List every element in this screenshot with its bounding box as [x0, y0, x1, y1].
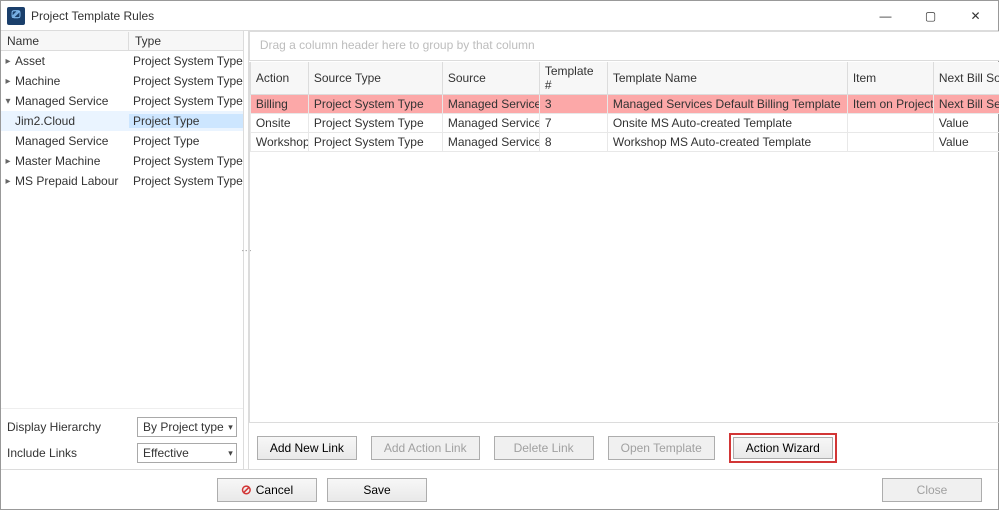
titlebar: ⎚ Project Template Rules — ▢ ✕ — [1, 1, 998, 31]
grid-header-source-type[interactable]: Source Type — [308, 62, 442, 95]
cell-item — [847, 133, 933, 152]
app-icon: ⎚ — [7, 7, 25, 25]
cell-tname: Workshop MS Auto-created Template — [607, 133, 847, 152]
grid-header-next-bill[interactable]: Next Bill Source — [933, 62, 999, 95]
tree-row[interactable]: Jim2.Cloud Project Type — [1, 111, 243, 131]
display-hierarchy-value: By Project type — [143, 420, 224, 434]
tree-item-label: Managed Service — [15, 134, 108, 148]
cell-item — [847, 114, 933, 133]
cell-tname: Onsite MS Auto-created Template — [607, 114, 847, 133]
chevron-down-icon: ▾ — [228, 448, 233, 459]
cell-stype: Project System Type — [308, 133, 442, 152]
tree-row[interactable]: ▸Asset Project System Type — [1, 51, 243, 71]
tree-item-label: Master Machine — [15, 154, 100, 168]
tree-row[interactable]: ▸MS Prepaid Labour Project System Type — [1, 171, 243, 191]
left-controls: Display Hierarchy By Project type ▾ Incl… — [1, 408, 243, 469]
right-buttons: Add New Link Add Action Link Delete Link… — [249, 423, 999, 469]
include-links-value: Effective — [143, 446, 189, 460]
left-panel: Name Type ▸AssetProject System Type▸Mach… — [1, 31, 244, 469]
grid-header-item[interactable]: Item — [847, 62, 933, 95]
delete-link-button[interactable]: Delete Link — [494, 436, 594, 460]
add-action-link-button[interactable]: Add Action Link — [371, 436, 480, 460]
tree-header-name[interactable]: Name — [1, 32, 129, 50]
cell-nbs: Value — [933, 133, 999, 152]
tree-item-type: Project System Type — [129, 174, 243, 188]
expand-toggle-icon[interactable]: ▸ — [1, 76, 15, 87]
window-close-button[interactable]: ✕ — [953, 1, 998, 30]
cell-tnum: 7 — [539, 114, 607, 133]
cell-nbs: Next Bill Settings on Project — [933, 95, 999, 114]
cell-stype: Project System Type — [308, 95, 442, 114]
tree-header: Name Type — [1, 31, 243, 51]
expand-toggle-icon[interactable]: ▸ — [1, 56, 15, 67]
include-links-select[interactable]: Effective ▾ — [137, 443, 237, 463]
tree-row[interactable]: ▸Master Machine Project System Type — [1, 151, 243, 171]
table-row[interactable]: OnsiteProject System TypeManaged Service… — [250, 114, 999, 133]
cell-nbs: Value — [933, 114, 999, 133]
cell-action: Workshop — [250, 133, 308, 152]
grid-header-action[interactable]: Action — [250, 62, 308, 95]
tree-item-type: Project System Type — [129, 94, 243, 108]
cell-source: Managed Service — [442, 133, 539, 152]
table-row[interactable]: WorkshopProject System TypeManaged Servi… — [250, 133, 999, 152]
cancel-label: Cancel — [256, 483, 293, 497]
tree-item-label: Managed Service — [15, 94, 108, 108]
expand-toggle-icon[interactable]: ▸ — [1, 176, 15, 187]
grid-header-row: Action Source Type Source Template # Tem… — [250, 62, 999, 95]
tree-item-type: Project System Type — [129, 154, 243, 168]
tree-item-type: Project Type — [129, 114, 243, 128]
close-button[interactable]: Close — [882, 478, 982, 502]
cell-tname: Managed Services Default Billing Templat… — [607, 95, 847, 114]
grid-header-source[interactable]: Source — [442, 62, 539, 95]
cancel-icon: ⊘ — [241, 482, 252, 497]
tree-row[interactable]: Managed Service Project Type — [1, 131, 243, 151]
display-hierarchy-select[interactable]: By Project type ▾ — [137, 417, 237, 437]
tree-row[interactable]: ▾Managed Service Project System Type — [1, 91, 243, 111]
tree-item-type: Project System Type — [129, 74, 243, 88]
expand-toggle-icon[interactable]: ▾ — [1, 96, 15, 107]
save-button[interactable]: Save — [327, 478, 427, 502]
tree-item-type: Project System Type — [129, 54, 243, 68]
display-hierarchy-label: Display Hierarchy — [7, 420, 137, 434]
cell-stype: Project System Type — [308, 114, 442, 133]
cell-item: Item on Project — [847, 95, 933, 114]
cell-tnum: 8 — [539, 133, 607, 152]
rules-grid[interactable]: Action Source Type Source Template # Tem… — [250, 62, 999, 152]
expand-toggle-icon[interactable]: ▸ — [1, 156, 15, 167]
window-frame: ⎚ Project Template Rules — ▢ ✕ Name Type… — [0, 0, 999, 510]
tree[interactable]: ▸AssetProject System Type▸MachineProject… — [1, 51, 243, 408]
footer: ⊘ Cancel Save Close — [1, 469, 998, 509]
cell-source: Managed Service — [442, 95, 539, 114]
grid-header-template-name[interactable]: Template Name — [607, 62, 847, 95]
window-minimize-button[interactable]: — — [863, 1, 908, 30]
include-links-label: Include Links — [7, 446, 137, 460]
grid-wrap: Action Source Type Source Template # Tem… — [249, 62, 999, 423]
window-maximize-button[interactable]: ▢ — [908, 1, 953, 30]
add-new-link-button[interactable]: Add New Link — [257, 436, 357, 460]
grid-header-template-num[interactable]: Template # — [539, 62, 607, 95]
chevron-down-icon: ▾ — [228, 422, 233, 433]
tree-item-label: Asset — [15, 54, 45, 68]
group-by-bar[interactable]: Drag a column header here to group by th… — [249, 31, 999, 61]
table-row[interactable]: BillingProject System TypeManaged Servic… — [250, 95, 999, 114]
cell-action: Onsite — [250, 114, 308, 133]
action-wizard-button[interactable]: Action Wizard — [733, 437, 833, 459]
action-wizard-highlight: Action Wizard — [729, 433, 837, 463]
cell-tnum: 3 — [539, 95, 607, 114]
tree-item-label: MS Prepaid Labour — [15, 174, 118, 188]
tree-item-label: Machine — [15, 74, 60, 88]
window-title: Project Template Rules — [31, 9, 154, 23]
tree-item-type: Project Type — [129, 134, 243, 148]
cell-action: Billing — [250, 95, 308, 114]
tree-header-type[interactable]: Type — [129, 32, 243, 50]
open-template-button[interactable]: Open Template — [608, 436, 715, 460]
tree-item-label: Jim2.Cloud — [15, 114, 75, 128]
cancel-button[interactable]: ⊘ Cancel — [217, 478, 317, 502]
cell-source: Managed Service — [442, 114, 539, 133]
right-panel: Drag a column header here to group by th… — [248, 31, 999, 469]
tree-row[interactable]: ▸Machine Project System Type — [1, 71, 243, 91]
